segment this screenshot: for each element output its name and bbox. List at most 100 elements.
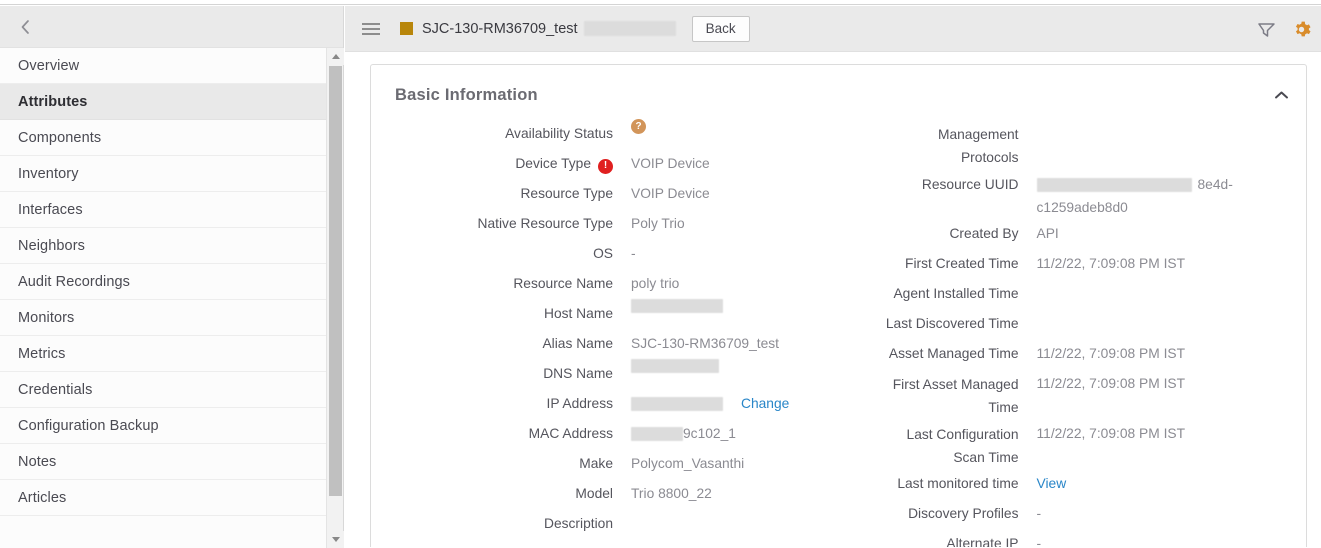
left-nav-scroll-area: Overview Attributes Components Inventory Int… (0, 48, 344, 548)
scroll-down-arrow-icon[interactable] (327, 531, 344, 548)
content-topbar: SJC-130-RM36709_test Back (345, 6, 1321, 52)
sidebar-item-monitors[interactable]: Monitors (0, 300, 327, 336)
unknown-status-icon[interactable]: ? (631, 119, 646, 134)
field-label-text: First Created Time (905, 256, 1019, 271)
field-label: Resource Type (391, 179, 613, 209)
sidebar-item-interfaces[interactable]: Interfaces (0, 192, 327, 228)
field-label-text: Resource UUID (921, 177, 1019, 192)
sidebar-item-label: Configuration Backup (18, 417, 159, 434)
field-label: Model (391, 479, 613, 509)
field-value: - (1037, 529, 1042, 547)
view-link[interactable]: View (1037, 469, 1067, 499)
redacted-value-block (631, 427, 683, 441)
field-value-text: - (1036, 536, 1042, 547)
field-label: Serial Number (391, 539, 613, 547)
chevron-left-icon[interactable] (14, 16, 36, 38)
field-value-text: 11/2/22, 7:09:08 PM IST (1036, 426, 1186, 441)
field-label: MAC Address (391, 419, 613, 449)
field-row: Make Polycom_Vasanthi (391, 449, 839, 479)
field-row: Model Trio 8800_22 (391, 479, 839, 509)
sidebar-item-configuration-backup[interactable]: Configuration Backup (0, 408, 327, 444)
filter-funnel-icon[interactable] (1257, 21, 1276, 38)
field-value: Trio 8800_22 (631, 479, 712, 509)
sidebar-item-label: Interfaces (18, 201, 83, 218)
sidebar-item-metrics[interactable]: Metrics (0, 336, 327, 372)
field-value: - (631, 239, 636, 269)
field-row: Serial Number (391, 539, 839, 547)
field-value: View (1037, 469, 1067, 499)
field-label: DNS Name (391, 359, 613, 389)
field-value: SJC-130-RM36709_test (631, 329, 779, 359)
field-label-text: Last monitored time (897, 476, 1019, 491)
sidebar-item-notes[interactable]: Notes (0, 444, 327, 480)
field-row: Asset Managed Time 11/2/22, 7:09:08 PM IS… (839, 339, 1287, 369)
field-label: First Created Time (839, 249, 1019, 279)
field-label-text: OS (593, 246, 613, 261)
left-nav-header (0, 6, 343, 48)
redacted-value-block (631, 299, 723, 313)
field-row: Alternate IP - (839, 529, 1287, 547)
field-label-text: Resource Name (513, 276, 613, 291)
field-value-text: Trio 8800_22 (631, 486, 712, 501)
field-label-text: Alias Name (542, 336, 613, 351)
sidebar-item-neighbors[interactable]: Neighbors (0, 228, 327, 264)
scroll-up-arrow-icon[interactable] (327, 48, 344, 65)
change-link[interactable]: Change (741, 389, 789, 419)
field-label-text: Last Discovered Time (885, 316, 1019, 331)
sidebar-item-label: Monitors (18, 309, 75, 326)
field-label-text: Created By (949, 226, 1019, 241)
hamburger-menu-icon[interactable] (362, 22, 380, 35)
field-label-text: Discovery Profiles (908, 506, 1019, 521)
field-value: poly trio (631, 269, 679, 299)
field-row: Created By API (839, 219, 1287, 249)
sidebar-item-articles[interactable]: Articles (0, 480, 327, 516)
field-value: Change (631, 389, 789, 419)
sidebar-item-label: Metrics (18, 345, 66, 362)
sidebar-item-label: Inventory (18, 165, 79, 182)
back-button[interactable]: Back (691, 15, 750, 42)
gear-icon[interactable] (1292, 20, 1311, 39)
title-redacted-block (583, 21, 676, 36)
sidebar-item-attributes[interactable]: Attributes (0, 84, 327, 120)
sidebar-item-label: Credentials (18, 381, 93, 398)
sidebar-item-credentials[interactable]: Credentials (0, 372, 327, 408)
sidebar-item-label: Articles (18, 489, 67, 506)
page-title: SJC-130-RM36709_test (422, 20, 578, 37)
field-row: Description (391, 509, 839, 539)
field-row: DNS Name (391, 359, 839, 389)
sidebar-item-components[interactable]: Components (0, 120, 327, 156)
field-label-text: Host Name (543, 306, 613, 321)
field-row: Last Configuration Scan Time 11/2/22, 7:0… (839, 419, 1287, 469)
field-label: Last monitored time (839, 469, 1019, 499)
sidebar-item-label: Neighbors (18, 237, 85, 254)
field-label-text: Serial Number (525, 546, 613, 547)
field-label-text: First Asset Managed Time (892, 377, 1019, 415)
field-value-text: API (1036, 226, 1059, 241)
sidebar-item-inventory[interactable]: Inventory (0, 156, 327, 192)
left-nav-scrollbar[interactable] (326, 48, 344, 548)
field-label-text: Agent Installed Time (893, 286, 1019, 301)
field-row: Device Type! VOIP Device (391, 149, 839, 179)
fields-columns: Availability Status? Device Type! VOIP Dev… (391, 119, 1286, 547)
field-row: Last monitored time View (839, 469, 1287, 499)
card-title: Basic Information (395, 86, 538, 104)
field-label: Resource Name (391, 269, 613, 299)
field-row: Discovery Profiles - (839, 499, 1287, 529)
sidebar-item-audit-recordings[interactable]: Audit Recordings (0, 264, 327, 300)
field-value: Polycom_Vasanthi (631, 449, 744, 479)
field-label-text: Resource Type (520, 186, 613, 201)
field-value-text: 11/2/22, 7:09:08 PM IST (1036, 376, 1186, 391)
window-top-strip (0, 0, 1321, 5)
field-label-text: Native Resource Type (477, 216, 613, 231)
sidebar-item-overview[interactable]: Overview (0, 48, 327, 84)
field-label: IP Address (391, 389, 613, 419)
chevron-up-icon[interactable] (1270, 84, 1292, 106)
field-row: Native Resource Type Poly Trio (391, 209, 839, 239)
field-label: Last Configuration Scan Time (839, 419, 1019, 469)
field-value-text: Poly Trio (631, 216, 685, 231)
scrollbar-thumb[interactable] (329, 66, 342, 496)
field-label: Last Discovered Time (839, 309, 1019, 339)
field-label-text: Asset Managed Time (888, 346, 1019, 361)
field-value: API (1037, 219, 1059, 249)
field-label: Alias Name (391, 329, 613, 359)
